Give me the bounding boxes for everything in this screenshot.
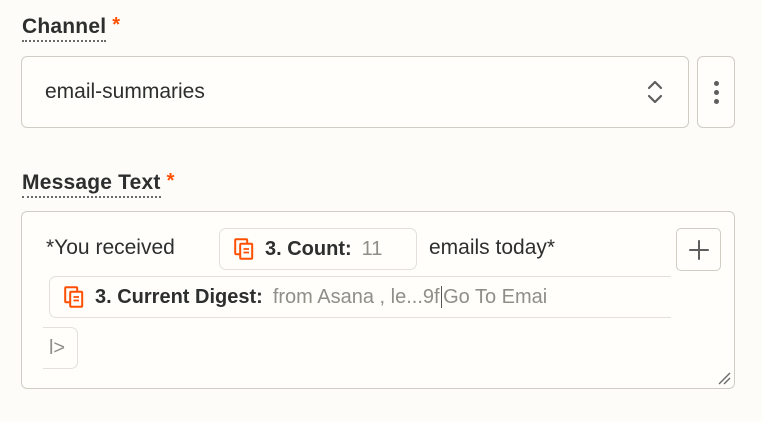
- more-vertical-icon: [713, 80, 719, 104]
- required-marker: *: [166, 170, 175, 192]
- channel-label: Channel: [22, 15, 107, 42]
- digest-pill-continuation[interactable]: l>: [43, 327, 78, 369]
- document-icon: [234, 238, 254, 260]
- digest-pill-tail: l>: [48, 336, 66, 359]
- digest-variable-pill[interactable]: 3. Current Digest: from Asana , le...9f …: [49, 276, 671, 318]
- message-text-before: *You received: [46, 236, 175, 259]
- message-label: Message Text: [22, 171, 161, 198]
- resize-handle-icon[interactable]: [717, 371, 731, 385]
- channel-field-label: Channel *: [22, 15, 120, 42]
- count-pill-label: 3. Count:: [265, 237, 352, 260]
- insert-data-button[interactable]: [676, 228, 721, 271]
- digest-pill-label: 3. Current Digest:: [95, 285, 263, 308]
- count-pill-value: 11: [361, 237, 383, 260]
- text-cursor: [440, 286, 443, 308]
- digest-pill-value-start: from Asana , le...9f: [272, 285, 440, 308]
- form-root: Channel * email-summaries Message Text *…: [0, 0, 762, 422]
- document-icon: [64, 286, 84, 308]
- channel-more-button[interactable]: [697, 56, 735, 128]
- plus-icon: [688, 239, 709, 260]
- required-marker: *: [112, 14, 121, 36]
- message-field-label: Message Text *: [22, 171, 175, 198]
- count-variable-pill[interactable]: 3. Count: 11: [219, 228, 417, 270]
- digest-pill-value-end: Go To Emai: [443, 285, 548, 308]
- chevron-updown-icon: [647, 80, 663, 104]
- channel-select[interactable]: email-summaries: [21, 56, 689, 128]
- message-text-after: emails today*: [429, 236, 556, 259]
- channel-select-value: email-summaries: [45, 80, 205, 103]
- message-text-editor[interactable]: *You received 3. Count: 11 emails today*…: [21, 211, 735, 389]
